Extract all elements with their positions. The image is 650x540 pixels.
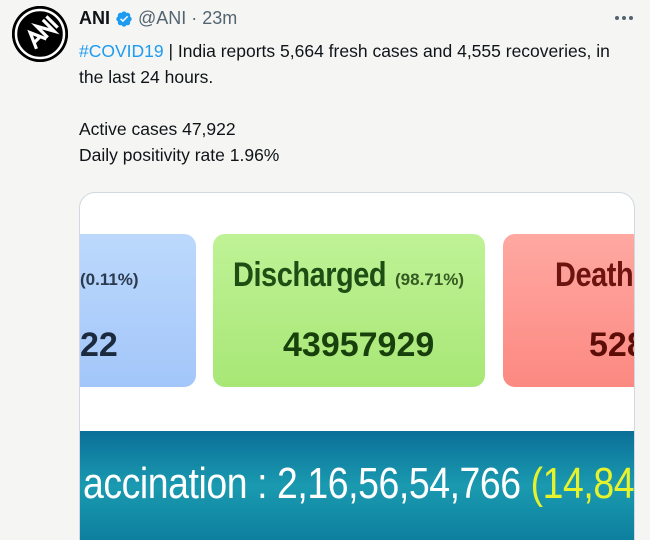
active-card: (0.11%) 22 bbox=[80, 234, 196, 387]
author-name[interactable]: ANI bbox=[79, 8, 110, 29]
avatar[interactable] bbox=[12, 6, 68, 62]
verified-badge-icon bbox=[115, 10, 133, 28]
ani-logo-icon bbox=[12, 6, 68, 62]
vaccination-total: accination : 2,16,56,54,766 bbox=[83, 459, 531, 508]
discharged-label: Discharged bbox=[233, 256, 387, 294]
positivity-rate-line: Daily positivity rate 1.96% bbox=[79, 145, 280, 165]
active-value: 22 bbox=[80, 326, 118, 364]
vaccination-text: accination : 2,16,56,54,766 (14,84, bbox=[83, 459, 635, 509]
discharged-value: 43957929 bbox=[283, 326, 435, 364]
author-handle[interactable]: @ANI bbox=[138, 8, 186, 29]
active-cases-line: Active cases 47,922 bbox=[79, 119, 236, 139]
discharged-card: Discharged (98.71%) 43957929 bbox=[213, 234, 485, 387]
active-pct: (0.11%) bbox=[80, 270, 139, 289]
tweet-header: ANI @ANI · 23m bbox=[79, 8, 237, 29]
deaths-label: Deaths bbox=[555, 256, 634, 294]
tweet-body: #COVID19 | India reports 5,664 fresh cas… bbox=[79, 38, 629, 168]
tweet-timestamp[interactable]: 23m bbox=[202, 8, 237, 29]
separator-dot: · bbox=[191, 8, 198, 28]
hashtag-link[interactable]: #COVID19 bbox=[79, 41, 164, 61]
tweet-headline: #COVID19 | India reports 5,664 fresh cas… bbox=[79, 38, 629, 90]
deaths-card: Deaths 528 bbox=[503, 234, 634, 387]
tweet-media-image[interactable]: (0.11%) 22 Discharged (98.71%) 43957929 … bbox=[79, 192, 635, 540]
vaccination-banner: accination : 2,16,56,54,766 (14,84, bbox=[80, 431, 635, 540]
more-options-icon[interactable] bbox=[612, 10, 636, 26]
deaths-value: 528 bbox=[589, 326, 634, 364]
vaccination-extra: (14,84, bbox=[530, 459, 635, 508]
discharged-pct: (98.71%) bbox=[395, 270, 464, 289]
